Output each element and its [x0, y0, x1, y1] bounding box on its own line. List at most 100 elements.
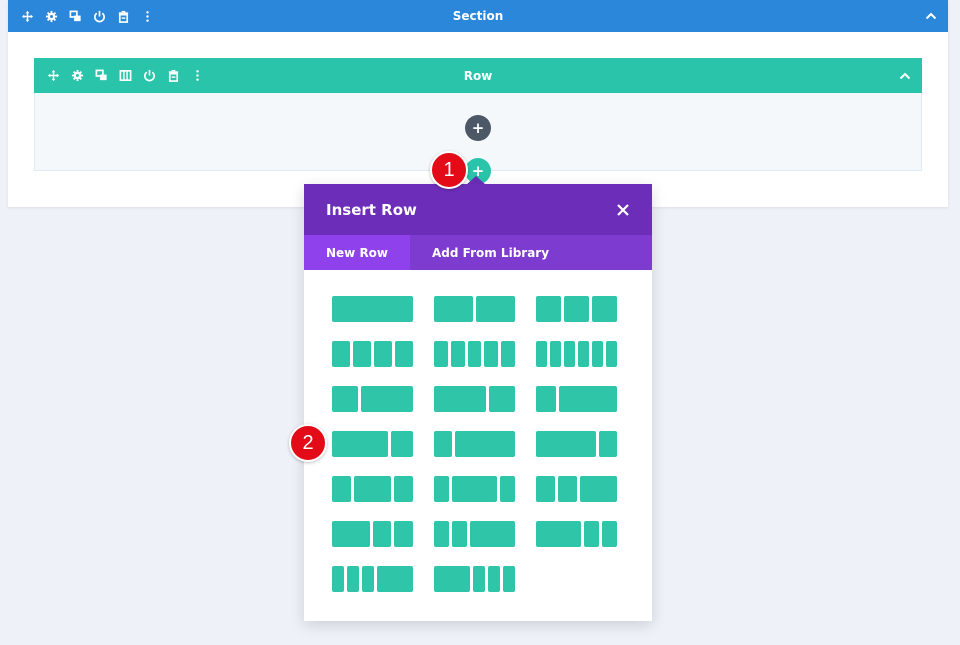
layout-column: [354, 476, 392, 502]
layout-column: [578, 341, 589, 367]
layout-column: [394, 476, 413, 502]
layout-column: [550, 341, 561, 367]
layout-column: [452, 521, 467, 547]
more-icon[interactable]: [140, 9, 154, 23]
layout-column: [602, 521, 617, 547]
layout-column: [536, 431, 596, 457]
layout-column: [347, 566, 359, 592]
row-layout-option[interactable]: [536, 476, 617, 502]
layout-column: [434, 521, 449, 547]
power-icon[interactable]: [142, 69, 156, 83]
layout-column: [394, 521, 413, 547]
layout-column: [395, 341, 413, 367]
layout-column: [434, 386, 486, 412]
layout-column: [503, 566, 515, 592]
row-layout-option[interactable]: [536, 341, 617, 367]
power-icon[interactable]: [92, 9, 106, 23]
layout-column: [377, 566, 413, 592]
layout-column: [332, 296, 413, 322]
row-layout-option[interactable]: [434, 431, 515, 457]
layout-column: [476, 296, 515, 322]
layout-column: [451, 341, 465, 367]
row-actions: [46, 58, 204, 93]
layout-column: [362, 566, 374, 592]
layout-column: [484, 341, 498, 367]
layout-column: [373, 521, 392, 547]
layout-column: [599, 431, 617, 457]
layout-column: [434, 566, 470, 592]
row-layout-option[interactable]: [332, 341, 413, 367]
row-layout-option[interactable]: [434, 476, 515, 502]
close-icon[interactable]: [616, 184, 630, 235]
layout-column: [332, 521, 370, 547]
layout-column: [558, 476, 577, 502]
row-layout-option[interactable]: [332, 521, 413, 547]
layout-column: [536, 476, 555, 502]
gear-icon[interactable]: [70, 69, 84, 83]
layout-column: [536, 386, 556, 412]
row-toolbar[interactable]: Row: [34, 58, 922, 93]
layout-column: [332, 476, 351, 502]
layout-column: [468, 341, 482, 367]
layout-column: [470, 521, 515, 547]
layout-column: [536, 521, 581, 547]
row-layout-option[interactable]: [332, 566, 413, 592]
layout-column: [332, 386, 358, 412]
modal-title: Insert Row: [326, 201, 417, 219]
layout-column: [455, 431, 515, 457]
row-layout-option[interactable]: [434, 296, 515, 322]
row-layout-option[interactable]: [332, 296, 413, 322]
add-module-button[interactable]: +: [465, 115, 491, 141]
move-icon[interactable]: [46, 69, 60, 83]
layout-column: [361, 386, 413, 412]
layout-column: [501, 341, 515, 367]
layout-column: [580, 476, 618, 502]
tab-new-row[interactable]: New Row: [304, 235, 410, 270]
layout-column: [584, 521, 599, 547]
row-layout-option[interactable]: [332, 476, 413, 502]
row-layout-option[interactable]: [434, 386, 515, 412]
caret-up-icon[interactable]: [924, 0, 938, 32]
layout-column: [606, 341, 617, 367]
layout-column: [536, 341, 547, 367]
layout-column: [592, 296, 617, 322]
insert-row-modal: Insert Row New Row Add From Library: [304, 184, 652, 621]
duplicate-icon[interactable]: [94, 69, 108, 83]
layout-column: [434, 431, 452, 457]
layout-column: [564, 296, 589, 322]
layout-column: [452, 476, 497, 502]
layout-column: [592, 341, 603, 367]
tab-add-from-library[interactable]: Add From Library: [410, 235, 571, 270]
layout-column: [391, 431, 413, 457]
row-layout-option[interactable]: [536, 431, 617, 457]
row-layout-option[interactable]: [332, 431, 413, 457]
layout-column: [559, 386, 618, 412]
layout-column: [489, 386, 515, 412]
modal-header: Insert Row: [304, 184, 652, 235]
section-toolbar[interactable]: Section: [8, 0, 948, 32]
duplicate-icon[interactable]: [68, 9, 82, 23]
row-layout-option[interactable]: [434, 341, 515, 367]
layout-column: [434, 476, 449, 502]
columns-icon[interactable]: [118, 69, 132, 83]
more-icon[interactable]: [190, 69, 204, 83]
layout-column: [353, 341, 371, 367]
section-actions: [20, 0, 154, 32]
move-icon[interactable]: [20, 9, 34, 23]
row-layout-option[interactable]: [434, 521, 515, 547]
row-layout-option[interactable]: [536, 521, 617, 547]
layout-column: [332, 431, 388, 457]
layout-column: [488, 566, 500, 592]
modal-tabs: New Row Add From Library: [304, 235, 652, 270]
caret-up-icon[interactable]: [898, 58, 912, 93]
gear-icon[interactable]: [44, 9, 58, 23]
trash-icon[interactable]: [116, 9, 130, 23]
row-layout-option[interactable]: [434, 566, 515, 592]
row-layout-option[interactable]: [536, 296, 617, 322]
row-layout-option[interactable]: [536, 386, 617, 412]
layout-column: [374, 341, 392, 367]
row-layout-option[interactable]: [332, 386, 413, 412]
layout-column: [434, 296, 473, 322]
layout-column: [434, 341, 448, 367]
trash-icon[interactable]: [166, 69, 180, 83]
